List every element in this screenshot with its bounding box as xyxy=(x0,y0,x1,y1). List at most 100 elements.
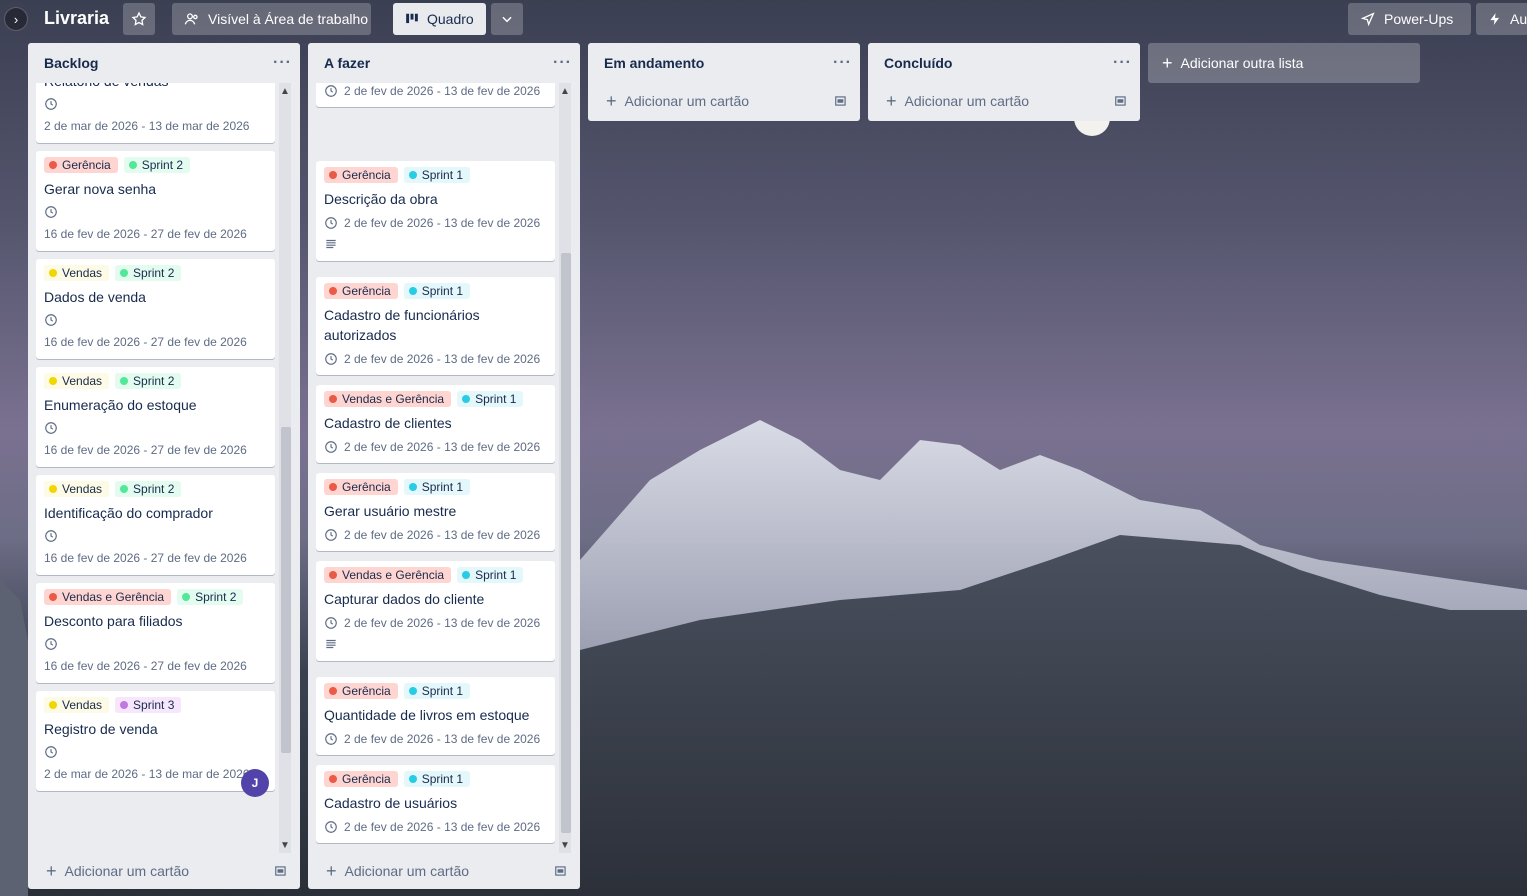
card[interactable]: Gerência Sprint 2 Gerar nova senha 16 de fe… xyxy=(36,151,275,251)
template-icon[interactable] xyxy=(1114,94,1128,108)
add-card-button[interactable]: + Adicionar um cartão xyxy=(588,83,860,119)
card-label[interactable]: Sprint 2 xyxy=(115,481,182,497)
card-label[interactable]: Vendas e Gerência xyxy=(44,589,172,605)
label-text: Gerência xyxy=(342,684,391,698)
card[interactable]: GerenteSprint 3Relatório de vendas2 de m… xyxy=(36,83,275,143)
due-date-badge[interactable] xyxy=(44,205,267,221)
view-switcher-button[interactable]: Quadro xyxy=(393,3,486,35)
card-label[interactable]: Vendas xyxy=(44,481,110,497)
card[interactable]: Vendas e Gerência Sprint 1 Cadastro de cli… xyxy=(316,385,555,463)
due-date-badge[interactable] xyxy=(44,421,267,437)
card-label[interactable]: Vendas xyxy=(44,265,110,281)
add-card-button[interactable]: + Adicionar um cartão xyxy=(308,853,580,889)
scrollbar[interactable]: ▲ ▼ xyxy=(279,83,291,853)
card-date-range: 16 de fev de 2026 - 27 de fev de 2026 xyxy=(44,335,247,349)
due-date-badge[interactable] xyxy=(44,637,267,653)
label-color-dot xyxy=(408,171,417,179)
due-date-badge[interactable] xyxy=(44,97,267,113)
card-label[interactable]: Sprint 2 xyxy=(177,589,244,605)
card-label[interactable]: Sprint 1 xyxy=(457,567,524,583)
scrollbar-thumb[interactable] xyxy=(561,253,571,833)
card[interactable]: Gerência Sprint 1 Descrição da obra 2 de fe… xyxy=(316,161,555,261)
add-card-button[interactable]: + Adicionar um cartão xyxy=(28,853,300,889)
visibility-button[interactable]: Visível à Área de trabalho xyxy=(172,3,371,35)
list-cards: GerenteSprint 3Relatório de vendas2 de m… xyxy=(28,83,300,853)
scroll-up-arrow[interactable]: ▲ xyxy=(279,85,291,97)
card-label[interactable]: Sprint 1 xyxy=(403,683,471,699)
card-label[interactable]: Gerência xyxy=(324,283,398,299)
member-avatar[interactable]: J xyxy=(241,769,269,797)
add-card-button[interactable]: + Adicionar um cartão xyxy=(868,83,1140,119)
card[interactable]: Vendas Sprint 2 Enumeração do estoque 16 de… xyxy=(36,367,275,467)
due-date-badge[interactable]: 2 de fev de 2026 - 13 de fev de 2026 xyxy=(324,731,547,747)
card-label[interactable]: Sprint 2 xyxy=(123,157,191,173)
card-label[interactable]: Vendas e Gerência xyxy=(324,391,452,407)
card-label[interactable]: Sprint 1 xyxy=(403,283,471,299)
automation-button[interactable]: Aut xyxy=(1476,3,1527,35)
card[interactable]: Gerência Sprint 1 Quantidade de livros em … xyxy=(316,677,555,755)
due-date-badge[interactable] xyxy=(44,313,267,329)
due-date-badge[interactable]: 2 de fev de 2026 - 13 de fev de 2026 xyxy=(324,215,547,231)
due-date-badge[interactable]: 2 de fev de 2026 - 13 de fev de 2026 xyxy=(324,351,547,367)
sidebar-toggle-button[interactable]: › xyxy=(4,7,28,31)
card[interactable]: Gerência Sprint 1 Gerar usuário mestre 2 de… xyxy=(316,473,555,551)
template-icon[interactable] xyxy=(834,94,848,108)
card[interactable]: Gerência Sprint 1 Cadastro de funcionários… xyxy=(316,277,555,375)
card-label[interactable]: Sprint 2 xyxy=(115,373,182,389)
card-label[interactable]: Vendas e Gerência xyxy=(324,567,452,583)
card[interactable]: Vendas Sprint 2 Identificação do comprador… xyxy=(36,475,275,575)
template-icon[interactable] xyxy=(554,864,568,878)
star-button[interactable] xyxy=(123,3,155,35)
card-label[interactable]: Gerência xyxy=(324,479,398,495)
card-label[interactable]: Gerência xyxy=(44,157,118,173)
card-label[interactable]: Vendas xyxy=(44,373,110,389)
more-options-icon[interactable]: ··· xyxy=(833,54,852,72)
card-title: Cadastro de usuários xyxy=(324,795,458,811)
card[interactable]: Vendas Sprint 2 Dados de venda 16 de fev de… xyxy=(36,259,275,359)
label-color-dot xyxy=(329,775,337,783)
card[interactable]: Gerência Sprint 1 Cadastro de usuários 2 de… xyxy=(316,765,555,843)
due-date-badge[interactable] xyxy=(44,745,267,761)
due-date-badge[interactable]: 2 de fev de 2026 - 13 de fev de 2026 xyxy=(324,819,547,835)
card-label[interactable]: Sprint 1 xyxy=(403,167,471,183)
card-label[interactable]: Gerência xyxy=(324,771,398,787)
card-label[interactable]: Sprint 1 xyxy=(403,771,471,787)
card-label[interactable]: Gerência xyxy=(324,167,398,183)
more-options-icon[interactable]: ··· xyxy=(553,54,572,72)
scroll-down-arrow[interactable]: ▼ xyxy=(279,839,291,851)
list-title[interactable]: Concluído xyxy=(884,55,952,71)
card[interactable]: Vendas e Gerência Sprint 1 Capturar dados … xyxy=(316,561,555,661)
list-title[interactable]: Backlog xyxy=(44,55,98,71)
add-list-button[interactable]: + Adicionar outra lista xyxy=(1148,43,1420,83)
card-label[interactable]: Vendas xyxy=(44,697,110,713)
list-title[interactable]: A fazer xyxy=(324,55,370,71)
label-text: Vendas e Gerência xyxy=(342,392,445,406)
scroll-up-arrow[interactable]: ▲ xyxy=(559,85,571,97)
template-icon[interactable] xyxy=(274,864,288,878)
powerups-button[interactable]: Power-Ups xyxy=(1348,3,1471,35)
card[interactable]: Vendas e Gerência Sprint 2 Desconto para f… xyxy=(36,583,275,683)
due-date-badge[interactable]: 2 de fev de 2026 - 13 de fev de 2026 xyxy=(324,83,547,99)
more-options-icon[interactable]: ··· xyxy=(1113,54,1132,72)
view-dropdown-button[interactable] xyxy=(491,3,523,35)
card-label[interactable]: Gerência xyxy=(324,683,398,699)
card[interactable]: GerênciaSprint 1Autenticar login2 de fev… xyxy=(316,83,555,107)
board-title[interactable]: Livraria xyxy=(44,8,109,29)
label-color-dot xyxy=(462,395,471,403)
card-label[interactable]: Sprint 1 xyxy=(403,479,471,495)
clock-icon xyxy=(45,638,57,650)
due-date-badge[interactable] xyxy=(44,529,267,545)
card-label[interactable]: Sprint 2 xyxy=(115,265,182,281)
list-title[interactable]: Em andamento xyxy=(604,55,704,71)
card-label[interactable]: Sprint 3 xyxy=(115,697,182,713)
scroll-down-arrow[interactable]: ▼ xyxy=(559,839,571,851)
more-options-icon[interactable]: ··· xyxy=(273,54,292,72)
card-date-range: 16 de fev de 2026 - 27 de fev de 2026 xyxy=(44,227,247,241)
scrollbar-thumb[interactable] xyxy=(281,427,291,753)
scrollbar[interactable]: ▲ ▼ xyxy=(559,83,571,853)
due-date-badge[interactable]: 2 de fev de 2026 - 13 de fev de 2026 xyxy=(324,615,547,631)
due-date-badge[interactable]: 2 de fev de 2026 - 13 de fev de 2026 xyxy=(324,439,547,455)
card[interactable]: Vendas Sprint 3 Registro de venda 2 de mar … xyxy=(36,691,275,797)
due-date-badge[interactable]: 2 de fev de 2026 - 13 de fev de 2026 xyxy=(324,527,547,543)
card-label[interactable]: Sprint 1 xyxy=(457,391,524,407)
